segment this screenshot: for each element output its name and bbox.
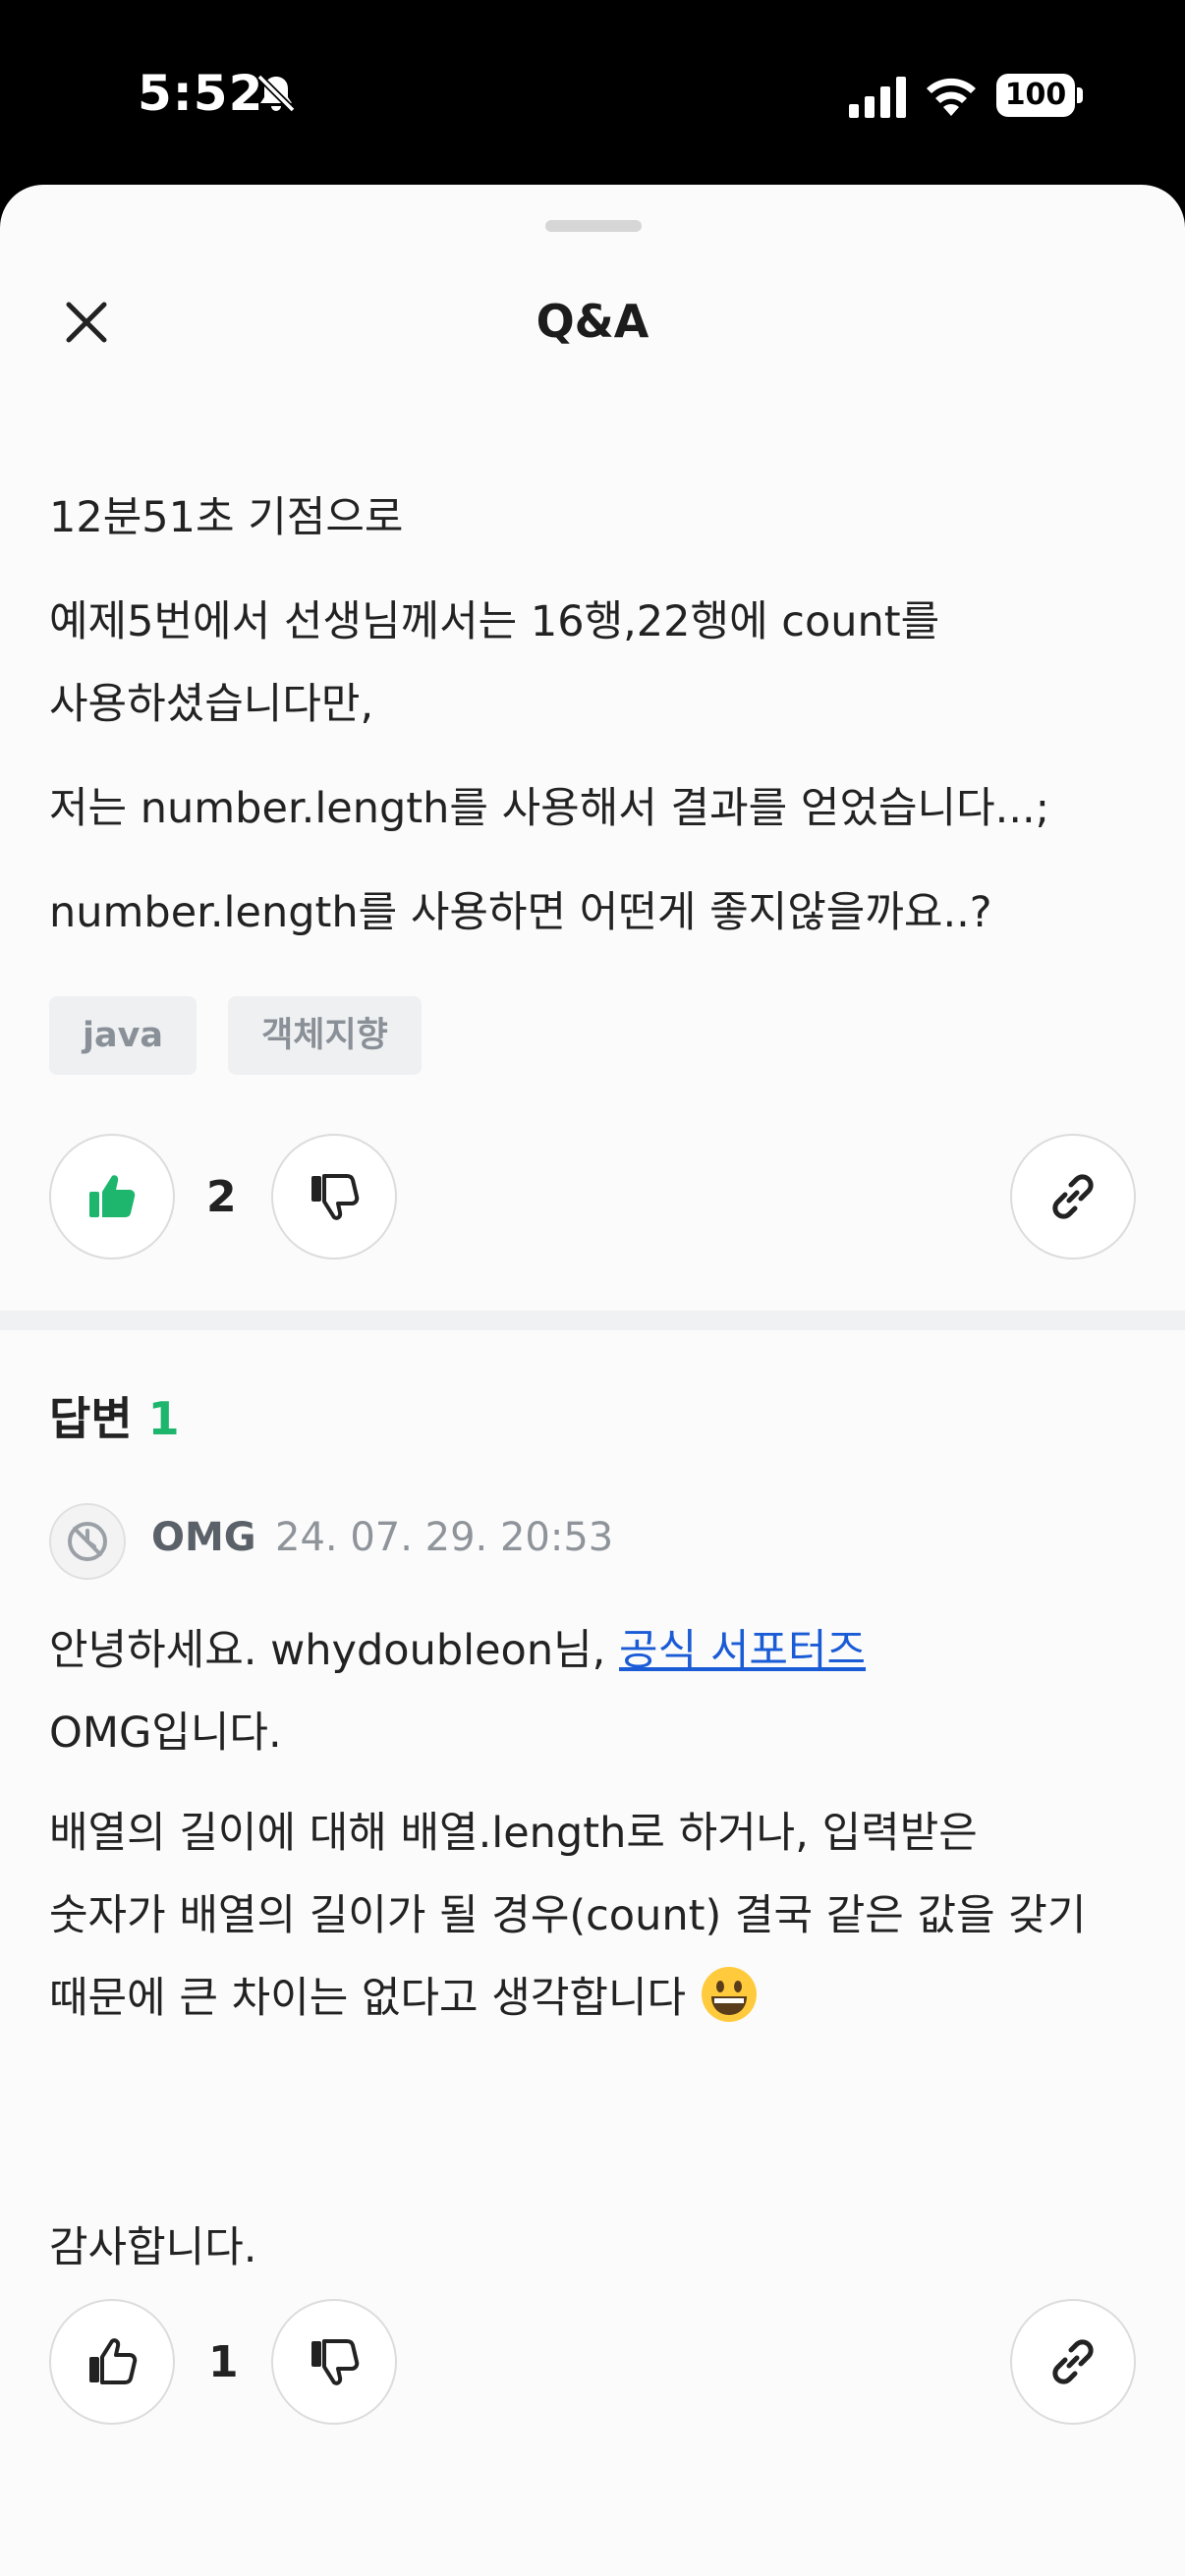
answer-body-line: 배열의 길이에 대해 배열.length로 하거나, 입력받은 xyxy=(49,1809,978,1858)
question-line: 저는 number.length를 사용해서 결과를 얻었습니다...; xyxy=(49,784,1050,833)
status-bar: 5:52 100 xyxy=(0,0,1185,187)
thumbs-up-filled-icon xyxy=(89,1175,136,1217)
official-supporters-link[interactable]: 공식 서포터즈 xyxy=(619,1626,866,1675)
sheet-title: Q&A xyxy=(536,295,649,348)
section-divider xyxy=(0,1311,1185,1330)
answer-body-last-line: 때문에 큰 차이는 없다고 생각합니다 xyxy=(49,1957,1150,2040)
qa-sheet: Q&A 12분51초 기점으로 예제5번에서 선생님께서는 16행,22행에 c… xyxy=(0,185,1185,2576)
answer-intro: OMG입니다. xyxy=(49,1708,282,1758)
answer-date: 24. 07. 29. 20:53 xyxy=(275,1515,614,1560)
question-vote-count: 2 xyxy=(206,1172,237,1222)
answers-heading-label: 답변 xyxy=(49,1392,133,1445)
battery-level: 100 xyxy=(996,74,1075,117)
answer-body-line: 숫자가 배열의 길이가 될 경우(count) 결국 같은 값을 갖기 xyxy=(49,1891,1087,1940)
tag-java[interactable]: java xyxy=(49,996,198,1075)
answer-body-line: 때문에 큰 차이는 없다고 생각합니다 xyxy=(49,1974,687,2023)
answer-greeting-line: 안녕하세요. whydoubleon님, 공식 서포터즈 xyxy=(49,1609,1150,1692)
no-time-icon xyxy=(68,1522,107,1561)
sheet-grabber[interactable] xyxy=(545,220,642,232)
wifi-icon xyxy=(927,78,976,116)
tag-oop[interactable]: 객체지향 xyxy=(228,996,422,1075)
link-icon xyxy=(1052,2339,1094,2384)
answers-heading: 답변 1 xyxy=(49,1383,180,1448)
avatar[interactable] xyxy=(49,1503,126,1580)
question-like-button[interactable] xyxy=(49,1134,175,1260)
answer-like-button[interactable] xyxy=(49,2299,175,2425)
thumbs-down-icon xyxy=(311,1174,360,1220)
answer-greeting: 안녕하세요. whydoubleon님, xyxy=(49,1626,606,1675)
thumbs-up-icon xyxy=(89,2338,138,2384)
answer-author[interactable]: OMG xyxy=(151,1515,256,1560)
answers-count: 1 xyxy=(147,1392,180,1445)
question-share-link-button[interactable] xyxy=(1010,1134,1136,1260)
question-line: 12분51초 기점으로 xyxy=(49,493,404,542)
answer-closing: 감사합니다. xyxy=(49,2223,257,2272)
question-line: 예제5번에서 선생님께서는 16행,22행에 count를 xyxy=(49,597,940,646)
question-dislike-button[interactable] xyxy=(271,1134,397,1260)
answer-vote-count: 1 xyxy=(208,2337,239,2387)
status-time: 5:52 xyxy=(138,65,264,122)
question-line: number.length를 사용하면 어떤게 좋지않을까요..? xyxy=(49,888,992,937)
battery-icon: 100 xyxy=(996,74,1083,117)
question-line: 사용하셨습니다만, xyxy=(49,680,374,729)
grinning-face-emoji-icon xyxy=(701,1967,757,2022)
answer-share-link-button[interactable] xyxy=(1010,2299,1136,2425)
link-icon xyxy=(1052,1174,1094,1219)
answer-dislike-button[interactable] xyxy=(271,2299,397,2425)
cellular-signal-icon xyxy=(849,77,906,118)
tag-list: java 객체지향 xyxy=(49,996,422,1075)
bell-off-icon xyxy=(256,74,296,113)
thumbs-down-icon xyxy=(311,2339,360,2385)
